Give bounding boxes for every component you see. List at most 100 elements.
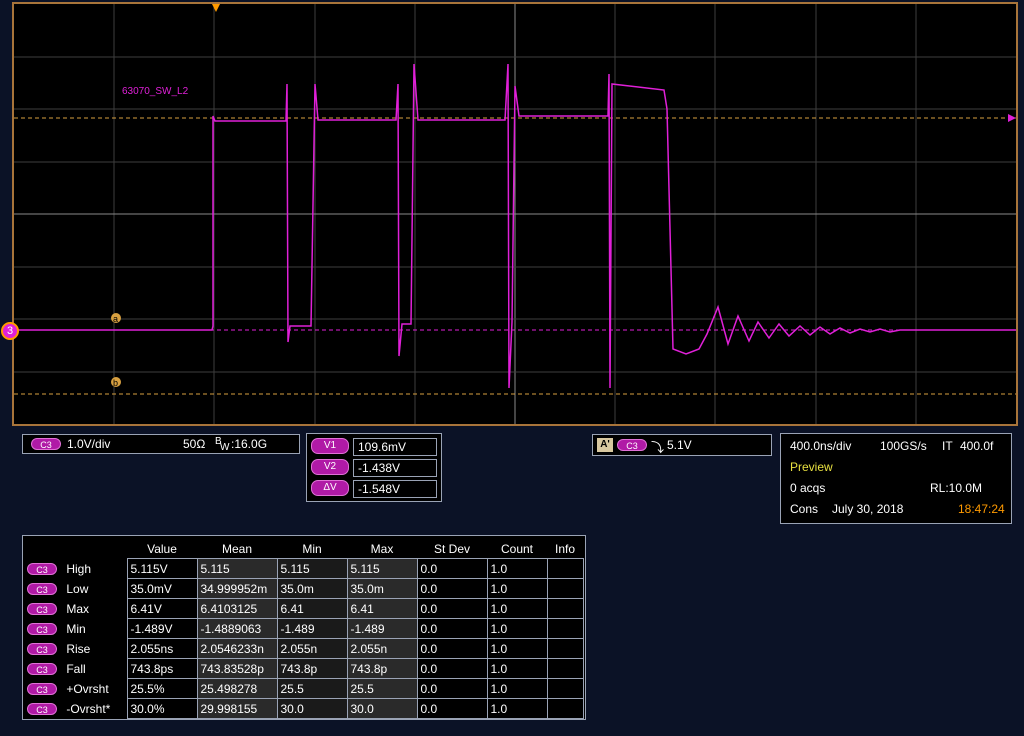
measurement-stdev: 0.0 [416,618,488,639]
trigger-channel-tag: C3 [617,439,647,451]
measurement-stdev: 0.0 [416,698,488,719]
measurements-panel[interactable]: Value Mean Min Max St Dev Count Info C3 … [22,535,586,720]
measurement-row[interactable]: C3 Max 6.41V 6.4103125 6.41 6.41 0.0 1.0 [27,598,584,619]
measurement-min: 743.8p [276,658,348,679]
acquisition-date: July 30, 2018 [832,502,904,516]
measurement-row[interactable]: C3 High 5.115V 5.115 5.115 5.115 0.0 1.0 [27,558,584,579]
measurement-count: 1.0 [486,618,548,639]
measurement-max: 2.055n [346,638,418,659]
measurement-value: 30.0% [126,698,198,719]
header-value: Value [147,542,177,556]
trigger-info-bar[interactable]: A' C3 ⤵ 5.1V [592,434,772,456]
measurement-row[interactable]: C3 -Ovrsht* 30.0% 29.998155 30.0 30.0 0.0 1.0 [27,698,584,719]
measurement-channel-tag: C3 [27,563,57,576]
measurement-name: Max [66,601,90,616]
waveform-label: 63070_SW_L2 [122,86,189,97]
header-stdev: St Dev [433,542,470,556]
channel-scale: 1.0V/div [67,437,111,451]
measurement-value: 25.5% [126,678,198,699]
measurement-stdev: 0.0 [416,638,488,659]
measurement-max: 5.115 [346,558,418,579]
waveform-graticule[interactable]: 63070_SW_L2 a b [12,2,1018,426]
measurement-channel-tag: C3 [27,583,57,596]
measurement-stdev: 0.0 [416,578,488,599]
measurement-max: -1.489 [346,618,418,639]
cursor-v1-tag: V1 [311,438,349,454]
channel-marker-label: 3 [6,325,14,337]
measurement-count: 1.0 [486,598,548,619]
acquisition-status: Preview [790,460,833,474]
measurement-mean: 2.0546233n [196,638,278,659]
measurement-label-cell: C3 Low [27,579,127,599]
measurement-stdev: 0.0 [416,658,488,679]
measurement-value: 2.055ns [126,638,198,659]
measurement-label-cell: C3 +Ovrsht [27,679,127,699]
bandwidth-value: :16.0G [231,437,268,451]
measurement-max: 25.5 [346,678,418,699]
cursor-b-label: b [113,378,118,388]
measurement-value: -1.489V [126,618,198,639]
measurement-channel-tag: C3 [27,623,57,636]
measurement-row[interactable]: C3 +Ovrsht 25.5% 25.498278 25.5 25.5 0.0 1.0 [27,678,584,699]
acquisition-panel[interactable]: 400.0ns/div 100GS/s IT 400.0f Preview 0 … [780,433,1012,524]
sample-rate: 100GS/s [880,439,927,453]
measurement-count: 1.0 [486,698,548,719]
channel-3-ground-marker[interactable]: 3 [1,322,19,340]
trigger-position-icon [212,4,220,12]
cursor-v2-row: V2 -1.438V [307,459,443,479]
cursor-delta-tag: ΔV [311,480,349,496]
measurement-value: 6.41V [126,598,198,619]
header-blank [27,540,127,559]
cursor-delta-row: ΔV -1.548V [307,480,443,500]
acquisition-count: 0 acqs [790,481,826,495]
measurement-mean: 34.999952m [196,578,278,599]
measurement-info [546,578,584,599]
measurement-min: 25.5 [276,678,348,699]
measurement-name: -Ovrsht* [66,701,111,716]
measurement-info [546,658,584,679]
header-count: Count [500,542,534,556]
measurement-row[interactable]: C3 Min -1.489V -1.4889063 -1.489 -1.489 0.0 1.… [27,618,584,639]
measurement-stdev: 0.0 [416,598,488,619]
measurement-name: High [66,561,92,576]
it-value: 400.0f [960,439,994,453]
measurement-info [546,558,584,579]
channel-tag: C3 [31,438,61,450]
measurement-name: +Ovrsht [66,681,109,696]
acquisition-time: 18:47:24 [958,502,1005,516]
measurement-channel-tag: C3 [27,663,57,676]
it-label: IT [942,439,953,453]
measurement-info [546,678,584,699]
record-length: RL:10.0M [930,481,983,495]
measurement-info [546,618,584,639]
measurement-info [546,598,584,619]
measurement-info [546,638,584,659]
measurement-count: 1.0 [486,578,548,599]
trigger-mode-icon: A' [597,438,613,452]
measurement-count: 1.0 [486,678,548,699]
trigger-level-icon [1008,114,1016,122]
measurement-name: Min [66,621,86,636]
measurement-row[interactable]: C3 Low 35.0mV 34.999952m 35.0m 35.0m 0.0 1.0 [27,578,584,599]
measurement-row[interactable]: C3 Fall 743.8ps 743.83528p 743.8p 743.8p 0.0 1… [27,658,584,679]
measurement-channel-tag: C3 [27,603,57,616]
measurement-value: 35.0mV [126,578,198,599]
measurement-max: 6.41 [346,598,418,619]
channel-impedance: 50Ω [183,437,206,451]
measurement-stdev: 0.0 [416,678,488,699]
measurement-mean: 5.115 [196,558,278,579]
header-max: Max [370,542,394,556]
measurement-channel-tag: C3 [27,703,57,716]
measurement-label-cell: C3 -Ovrsht* [27,699,127,719]
channel-info-bar[interactable]: C3 1.0V/div 50Ω B W :16.0G [22,434,300,454]
cursor-delta-value: -1.548V [353,480,437,498]
measurement-row[interactable]: C3 Rise 2.055ns 2.0546233n 2.055n 2.055n 0.0 1… [27,638,584,659]
cursor-readout-panel[interactable]: V1 109.6mV V2 -1.438V ΔV -1.548V [306,433,442,502]
measurements-header-row: Value Mean Min Max St Dev Count Info [27,540,583,559]
header-min: Min [302,542,322,556]
measurement-stdev: 0.0 [416,558,488,579]
waveform-display: 63070_SW_L2 a b [14,4,1016,424]
measurement-count: 1.0 [486,558,548,579]
trigger-level: 5.1V [667,438,692,452]
bandwidth-sub: W [220,442,230,453]
